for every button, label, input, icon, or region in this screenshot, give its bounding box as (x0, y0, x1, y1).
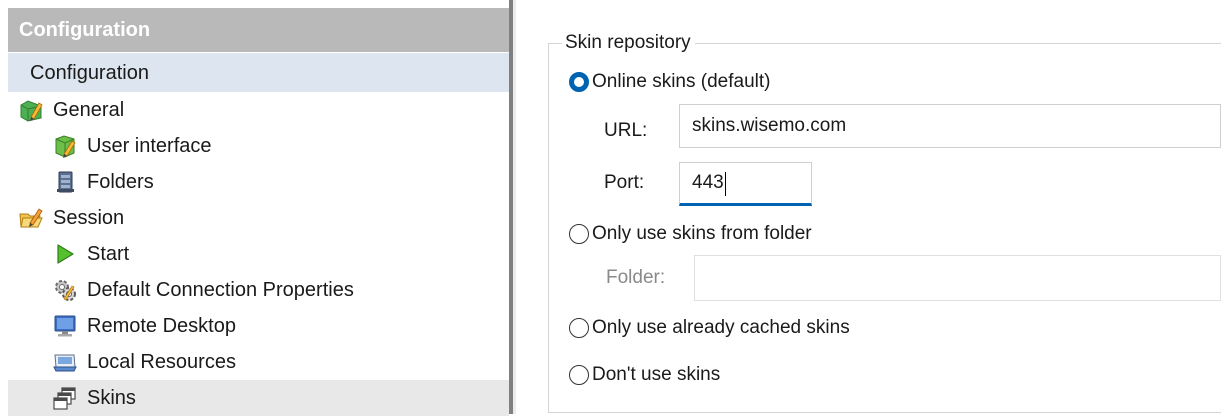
port-label: Port: (604, 172, 645, 193)
tree-item-label: Session (53, 207, 125, 229)
online-skins-option[interactable]: Online skins (default) (569, 67, 770, 97)
tree-item-label: Default Connection Properties (87, 279, 354, 301)
online-skins-label: Online skins (default) (592, 71, 771, 92)
tree-item-remote-desktop[interactable]: Remote Desktop (8, 308, 509, 344)
tree-item-local-resources[interactable]: Local Resources (8, 344, 509, 380)
skin-repository-legend: Skin repository (562, 31, 695, 55)
user-interface-icon (52, 133, 78, 159)
port-input[interactable] (679, 162, 812, 206)
monitor-icon (52, 313, 78, 339)
cached-skins-radio[interactable] (569, 318, 589, 338)
tree-item-user-interface[interactable]: User interface (8, 128, 509, 164)
folder-label: Folder: (606, 267, 666, 288)
skins-settings-pane: Skin repository Online skins (default) U… (516, 0, 1221, 414)
url-input[interactable] (679, 104, 1221, 148)
pane-header: Configuration (8, 8, 509, 52)
pane-subheader[interactable]: Configuration (8, 52, 509, 92)
folder-skins-label: Only use skins from folder (592, 223, 812, 244)
cached-skins-option[interactable]: Only use already cached skins (569, 313, 850, 343)
tree-item-default-connection-properties[interactable]: Default Connection Properties (8, 272, 509, 308)
tree-item-label: Folders (87, 171, 154, 193)
tree-item-general[interactable]: General (8, 92, 509, 128)
general-icon (18, 97, 44, 123)
tree-item-folders[interactable]: Folders (8, 164, 509, 200)
folders-icon (52, 169, 78, 195)
tree-item-start[interactable]: Start (8, 236, 509, 272)
configuration-tree: General User interface Folders Session S… (8, 92, 509, 416)
tree-item-session[interactable]: Session (8, 200, 509, 236)
no-skins-radio[interactable] (569, 365, 589, 385)
folder-skins-radio[interactable] (569, 224, 589, 244)
url-label: URL: (604, 120, 648, 141)
tree-item-skins[interactable]: Skins (8, 380, 509, 416)
configuration-navigation-pane: Configuration Configuration General User… (0, 0, 509, 416)
tree-item-label: User interface (87, 135, 212, 157)
tree-item-label: Remote Desktop (87, 315, 236, 337)
folder-input (694, 255, 1221, 301)
gears-icon (52, 277, 78, 303)
text-caret (725, 172, 726, 196)
tree-item-label: Skins (87, 387, 136, 409)
no-skins-label: Don't use skins (592, 364, 721, 385)
online-skins-radio[interactable] (569, 72, 589, 92)
start-icon (52, 241, 78, 267)
tree-item-label: Start (87, 243, 130, 265)
tree-item-label: General (53, 99, 125, 121)
no-skins-option[interactable]: Don't use skins (569, 360, 720, 390)
skins-icon (52, 385, 78, 411)
local-resources-icon (52, 349, 78, 375)
session-icon (18, 205, 44, 231)
cached-skins-label: Only use already cached skins (592, 317, 850, 338)
tree-item-label: Local Resources (87, 351, 236, 373)
folder-skins-option[interactable]: Only use skins from folder (569, 219, 812, 249)
